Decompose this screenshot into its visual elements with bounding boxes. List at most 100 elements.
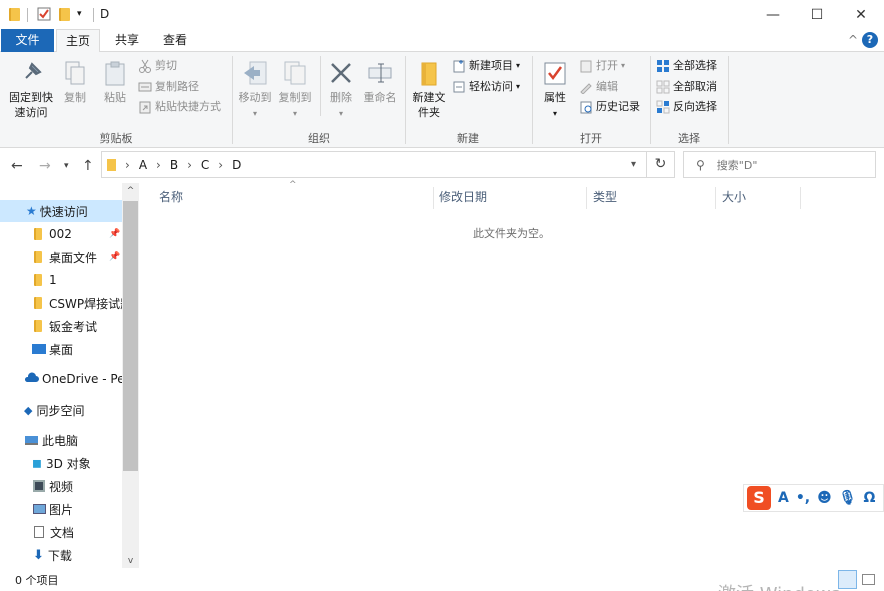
copy-to-button[interactable]: 复制到 ▾	[276, 60, 314, 121]
breadcrumb-a[interactable]: A	[139, 158, 147, 172]
rename-button[interactable]: 重命名	[360, 60, 400, 105]
details-view-icon[interactable]	[838, 570, 857, 589]
history-button[interactable]: 历史记录	[579, 98, 640, 116]
nav-this-pc[interactable]: 此电脑	[0, 429, 122, 451]
cut-button[interactable]: 剪切	[138, 57, 177, 75]
collapse-ribbon-button[interactable]: ^	[848, 33, 858, 47]
scrollbar-thumb[interactable]	[123, 201, 138, 471]
select-group-label: 选择	[678, 132, 700, 145]
column-header-size[interactable]: 大小	[722, 183, 746, 211]
nav-item-desktop-files[interactable]: 桌面文件 📌	[0, 246, 122, 268]
breadcrumb-c[interactable]: C	[201, 158, 209, 172]
new-item-icon	[452, 59, 466, 73]
select-none-button[interactable]: 全部取消	[656, 78, 717, 96]
copy-path-button[interactable]: 复制路径	[138, 78, 199, 96]
ime-punctuation-icon[interactable]: •,	[796, 490, 810, 506]
nav-item-sheetmetal[interactable]: 钣金考试	[0, 315, 122, 337]
nav-item-label: 002	[49, 227, 72, 241]
nav-3d-objects[interactable]: ◼ 3D 对象	[0, 452, 122, 474]
copy-button[interactable]: 复制	[60, 60, 90, 105]
ime-mode-icon[interactable]: A	[778, 490, 789, 506]
maximize-button[interactable]: ☐	[794, 0, 840, 30]
folder-icon	[9, 8, 20, 21]
nav-item-label: 桌面文件	[49, 250, 98, 265]
scroll-up-icon[interactable]: ^	[122, 186, 139, 196]
select-all-button[interactable]: 全部选择	[656, 57, 717, 75]
ime-emoji-icon[interactable]: ☻	[817, 490, 832, 506]
column-separator[interactable]	[715, 187, 716, 209]
nav-documents[interactable]: 文档	[0, 521, 122, 543]
column-separator[interactable]	[586, 187, 587, 209]
close-button[interactable]: ✕	[838, 0, 884, 30]
paste-shortcut-button[interactable]: 粘贴快捷方式	[138, 98, 221, 116]
tab-view[interactable]: 查看	[154, 29, 196, 52]
activate-windows-watermark: 激活 Windows	[718, 580, 840, 591]
new-item-button[interactable]: 新建项目 ▾	[452, 57, 520, 75]
column-separator[interactable]	[433, 187, 434, 209]
ime-voice-icon[interactable]: 🎙	[839, 490, 857, 506]
recent-locations-chevron-icon[interactable]: ▾	[64, 161, 69, 171]
column-separator[interactable]	[800, 187, 801, 209]
help-icon[interactable]: ?	[862, 32, 878, 48]
new-group-label: 新建	[457, 132, 479, 145]
large-icons-view-icon[interactable]	[862, 574, 875, 585]
edit-icon	[579, 80, 593, 95]
window-title: D	[100, 7, 110, 21]
nav-quick-access[interactable]: ★ 快速访问	[0, 200, 122, 222]
search-input[interactable]: ⚲ 搜索"D"	[683, 151, 876, 178]
properties-button[interactable]: 属性 ▾	[537, 60, 573, 121]
address-bar[interactable]: › A › B › C › D ▾	[101, 151, 647, 178]
delete-button[interactable]: 删除 ▾	[326, 60, 356, 121]
up-arrow-icon[interactable]: ↑	[82, 158, 94, 174]
new-folder-button[interactable]: 新建文件夹	[409, 60, 449, 120]
column-header-type[interactable]: 类型	[593, 183, 617, 211]
tab-home[interactable]: 主页	[56, 29, 100, 53]
tab-share[interactable]: 共享	[106, 29, 148, 52]
nav-item-desktop[interactable]: 桌面	[0, 338, 122, 360]
invert-selection-button[interactable]: 反向选择	[656, 98, 717, 116]
film-icon	[33, 480, 45, 492]
nav-item-1[interactable]: 1	[0, 269, 122, 291]
easy-access-button[interactable]: 轻松访问 ▾	[452, 78, 520, 96]
pin-quick-access-button[interactable]: 固定到快速访问	[4, 60, 58, 120]
scroll-down-icon[interactable]: v	[122, 556, 139, 566]
select-all-label: 全部选择	[673, 59, 717, 72]
ime-toolbar[interactable]: S A •, ☻ 🎙 Ω	[743, 484, 884, 512]
copy-to-icon	[282, 60, 308, 86]
breadcrumb-chevron-icon[interactable]: ›	[125, 158, 130, 172]
customize-quick-access-icon[interactable]: ▾	[77, 9, 82, 19]
breadcrumb-b[interactable]: B	[170, 158, 178, 172]
nav-downloads[interactable]: ⬇ 下载	[0, 544, 122, 566]
nav-onedrive[interactable]: OneDrive - Per	[0, 368, 122, 390]
breadcrumb-chevron-icon[interactable]: ›	[187, 158, 192, 172]
minimize-button[interactable]: —	[750, 0, 796, 30]
back-arrow-icon[interactable]: ←	[11, 158, 23, 174]
paste-button[interactable]: 粘贴	[98, 60, 132, 105]
nav-item-label: CSWP焊接试题	[49, 296, 122, 311]
nav-pictures[interactable]: 图片	[0, 498, 122, 520]
nav-videos[interactable]: 视频	[0, 475, 122, 497]
forward-arrow-icon[interactable]: →	[39, 158, 51, 174]
folder-icon	[34, 274, 42, 286]
pin-quick-access-label: 固定到快速访问	[9, 91, 53, 119]
open-button[interactable]: 打开 ▾	[579, 57, 625, 75]
nav-item-002[interactable]: 002 📌	[0, 223, 122, 245]
nav-sync-space[interactable]: ◆ 同步空间	[0, 399, 122, 421]
navpane-scrollbar[interactable]: ^ v	[122, 183, 139, 568]
column-header-modified[interactable]: 修改日期	[439, 183, 487, 211]
new-folder-quick-icon[interactable]	[59, 8, 70, 21]
nav-item-label: OneDrive - Per	[42, 372, 122, 386]
breadcrumb-d[interactable]: D	[232, 158, 241, 172]
column-header-name[interactable]: 名称	[159, 183, 183, 211]
tab-file[interactable]: 文件	[1, 29, 54, 52]
breadcrumb-chevron-icon[interactable]: ›	[156, 158, 161, 172]
move-to-button[interactable]: 移动到 ▾	[236, 60, 274, 121]
breadcrumb-chevron-icon[interactable]: ›	[218, 158, 223, 172]
nav-item-cswp[interactable]: CSWP焊接试题	[0, 292, 122, 314]
edit-button[interactable]: 编辑	[579, 78, 618, 96]
address-dropdown-chevron-icon[interactable]: ▾	[631, 159, 636, 170]
refresh-icon[interactable]: ↻	[647, 151, 675, 178]
sogou-logo-icon[interactable]: S	[747, 486, 771, 510]
ime-tools-icon[interactable]: Ω	[864, 490, 876, 506]
properties-quick-icon[interactable]	[37, 7, 51, 24]
